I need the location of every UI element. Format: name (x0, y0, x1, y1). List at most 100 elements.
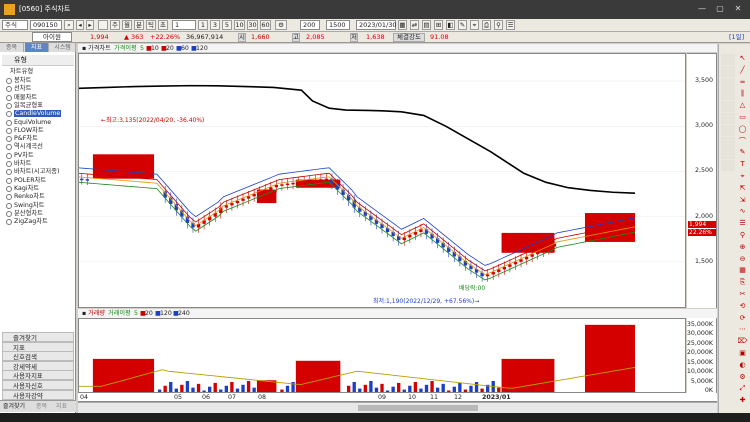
calendar-icon[interactable]: ▦ (398, 20, 407, 30)
legend-vma240[interactable]: 240 (178, 310, 190, 317)
radio-icon[interactable] (6, 202, 12, 209)
minute-30[interactable]: 30 (247, 20, 258, 30)
radio-icon[interactable] (6, 177, 12, 184)
draw-tool-icon[interactable]: ⟳ (737, 314, 748, 323)
minute-5[interactable]: 5 (222, 20, 232, 30)
draw-tool-icon[interactable]: ⟲ (737, 302, 748, 311)
side-tool-icon[interactable] (721, 255, 735, 266)
chart-type-item[interactable]: 선차트 (6, 85, 31, 93)
chart-type-item[interactable]: Kagi차트 (6, 185, 39, 193)
draw-tool-icon[interactable]: ☰ (737, 219, 748, 228)
count-input-1[interactable]: 200 (300, 20, 320, 30)
chart-type-item[interactable]: Renko차트 (6, 193, 45, 201)
interval-input[interactable]: 1 (172, 20, 196, 30)
daily-button[interactable] (98, 20, 108, 30)
radio-icon[interactable] (6, 144, 12, 151)
side-tool-icon[interactable] (721, 124, 735, 136)
period-monthly[interactable]: 월 (122, 20, 132, 30)
radio-icon[interactable] (6, 78, 12, 84)
legend-price-chart[interactable]: 가격차트 (88, 45, 111, 52)
chart-type-item[interactable]: 일목균형표 (6, 102, 43, 110)
radio-icon[interactable] (6, 111, 12, 118)
minimize-button[interactable]: — (696, 3, 708, 15)
draw-tool-icon[interactable]: ↖ (737, 54, 748, 63)
side-tool-icon[interactable] (721, 290, 735, 301)
draw-tool-icon[interactable]: ╱ (737, 66, 748, 75)
side-tool-icon[interactable] (721, 101, 735, 113)
draw-tool-icon[interactable]: ∥ (737, 89, 748, 98)
draw-tool-icon[interactable]: ▭ (737, 113, 748, 122)
chart-type-item[interactable]: 봉차트 (6, 77, 31, 85)
group-chart-type[interactable]: 차트유형 (4, 68, 33, 76)
draw-tool-icon[interactable]: ◐ (737, 361, 748, 370)
volume-chart[interactable] (78, 318, 686, 393)
side-tool-icon[interactable] (721, 196, 735, 207)
footer-tab-favorites[interactable]: 즐겨찾기 (3, 402, 25, 412)
tool-icon-5[interactable]: ✎ (458, 20, 467, 30)
side-tool-icon[interactable] (721, 384, 735, 395)
side-tool-icon[interactable] (721, 373, 735, 384)
tool-icon-4[interactable]: ◧ (446, 20, 455, 30)
side-tool-icon[interactable] (721, 231, 735, 242)
tool-icon-9[interactable]: ☰ (506, 20, 515, 30)
group-1[interactable]: 지표 (2, 341, 74, 352)
draw-tool-icon[interactable]: ⌖ (737, 172, 748, 181)
count-input-2[interactable]: 1500 (326, 20, 350, 30)
next-icon[interactable]: ▸ (86, 20, 94, 30)
minute-1[interactable]: 1 (198, 20, 208, 30)
group-6[interactable]: 사용자강약 (2, 389, 74, 400)
settings-icon[interactable]: ⚙ (275, 20, 287, 30)
chart-type-item[interactable]: P&F차트 (6, 135, 38, 143)
radio-icon[interactable] (6, 94, 12, 101)
tool-icon-6[interactable]: ⌖ (470, 20, 479, 30)
footer-tab-stock[interactable]: 종목 (36, 402, 47, 412)
chart-type-item[interactable]: POLER차트 (6, 177, 46, 185)
search-icon[interactable]: ⌕ (64, 20, 74, 30)
side-tool-icon[interactable] (721, 136, 735, 148)
close-button[interactable]: ✕ (732, 3, 744, 15)
side-tool-icon[interactable] (721, 219, 735, 230)
draw-tool-icon[interactable]: ⚙ (737, 373, 748, 382)
minute-60[interactable]: 60 (260, 20, 271, 30)
period-minute[interactable]: 분 (134, 20, 144, 30)
side-tool-icon[interactable] (721, 160, 735, 172)
draw-tool-icon[interactable]: ⊖ (737, 255, 748, 264)
side-tool-icon[interactable] (721, 266, 735, 277)
draw-tool-icon[interactable]: ▦ (737, 266, 748, 275)
side-tool-icon[interactable] (721, 54, 735, 65)
chart-type-item[interactable]: 매물차트 (6, 94, 37, 102)
date-input[interactable]: 2023/01/30 (356, 20, 396, 30)
draw-tool-icon[interactable]: ⎘ (737, 278, 748, 287)
tab-stock[interactable]: 종목 (0, 43, 24, 52)
radio-icon[interactable] (6, 152, 12, 159)
radio-icon[interactable] (6, 127, 12, 134)
radio-icon[interactable] (6, 102, 12, 109)
group-3[interactable]: 강세약세 (2, 360, 74, 371)
legend-ma20[interactable]: 20 (166, 45, 174, 52)
legend-ma60[interactable]: 60 (181, 45, 189, 52)
side-tool-icon[interactable] (721, 396, 735, 407)
draw-tool-icon[interactable]: T (737, 160, 748, 169)
side-tool-icon[interactable] (721, 113, 735, 124)
draw-tool-icon[interactable]: ⌒ (737, 137, 748, 146)
chart-type-item[interactable]: Swing차트 (6, 202, 44, 210)
draw-tool-icon[interactable]: ◯ (737, 125, 748, 134)
legend-ma5[interactable]: 5 (140, 45, 144, 52)
section-type[interactable]: 유형 (2, 55, 74, 66)
side-tool-icon[interactable] (721, 207, 735, 218)
legend-ma10[interactable]: 10 (151, 45, 159, 52)
side-tool-icon[interactable] (721, 89, 735, 101)
group-4[interactable]: 사용자지표 (2, 370, 74, 381)
side-tool-icon[interactable] (721, 172, 735, 183)
radio-icon[interactable] (6, 169, 12, 176)
legend-volume[interactable]: 거래량 (88, 310, 105, 317)
period-second[interactable]: 초 (158, 20, 168, 30)
side-tool-icon[interactable] (721, 349, 735, 360)
draw-tool-icon[interactable]: ⤢ (737, 384, 748, 393)
side-tool-icon[interactable] (721, 302, 735, 313)
tab-system[interactable]: 시스템 (50, 43, 76, 52)
group-0[interactable]: 즐겨찾기 (2, 332, 74, 342)
side-tool-icon[interactable] (721, 337, 735, 348)
legend-ma120[interactable]: 120 (196, 45, 208, 52)
side-tool-icon[interactable] (721, 314, 735, 325)
